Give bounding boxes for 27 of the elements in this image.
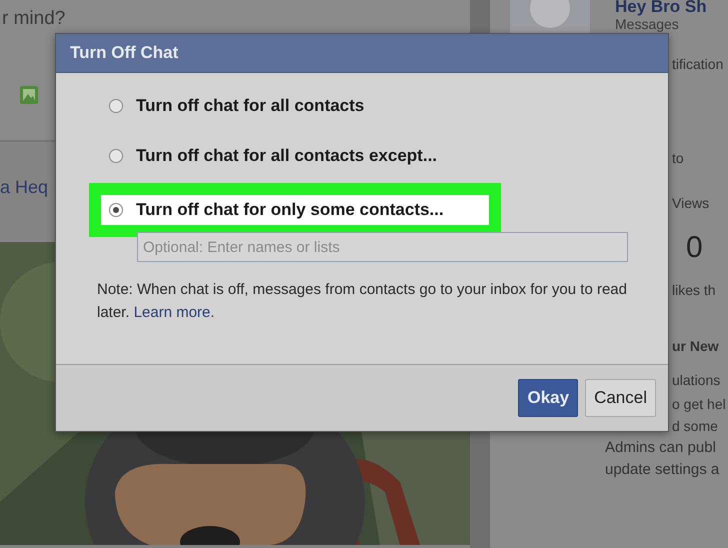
sidebar-text: tification — [672, 56, 724, 72]
page-name[interactable]: Hey Bro Sh — [615, 0, 707, 15]
dialog-title: Turn Off Chat — [56, 34, 668, 73]
sidebar-text: o get hel — [672, 396, 726, 412]
names-field[interactable]: Optional: Enter names or lists — [137, 232, 628, 262]
radio-button[interactable] — [109, 203, 123, 217]
sidebar-text: Views — [672, 195, 710, 211]
learn-more-link[interactable]: Learn more. — [134, 304, 215, 321]
option-label[interactable]: Turn off chat for all contacts except... — [136, 146, 438, 166]
count-text: 0 — [686, 232, 703, 264]
sidebar-text: Messages — [615, 16, 680, 32]
option-label[interactable]: Turn off chat for only some contacts... — [136, 200, 444, 220]
sidebar-text: ulations — [672, 372, 720, 388]
composer-hint: r mind? — [1, 7, 66, 30]
cancel-button[interactable]: Cancel — [585, 379, 656, 417]
sidebar-text: likes th — [672, 282, 716, 298]
sidebar-text: ur New — [672, 338, 719, 354]
option-label[interactable]: Turn off chat for all contacts — [136, 96, 364, 116]
sidebar-text: to — [672, 150, 684, 166]
note-text: Note: When chat is off, messages from contacts go to your inbox for you to read later. Learn more. — [97, 280, 628, 323]
sidebar-text: Admins can publ — [605, 440, 716, 456]
okay-button[interactable]: Okay — [518, 379, 578, 417]
sidebar-text: d some — [672, 418, 718, 434]
photo-icon[interactable] — [19, 85, 39, 105]
sidebar-text: update settings a — [605, 462, 720, 478]
radio-button[interactable] — [109, 99, 123, 113]
radio-button[interactable] — [109, 149, 123, 163]
